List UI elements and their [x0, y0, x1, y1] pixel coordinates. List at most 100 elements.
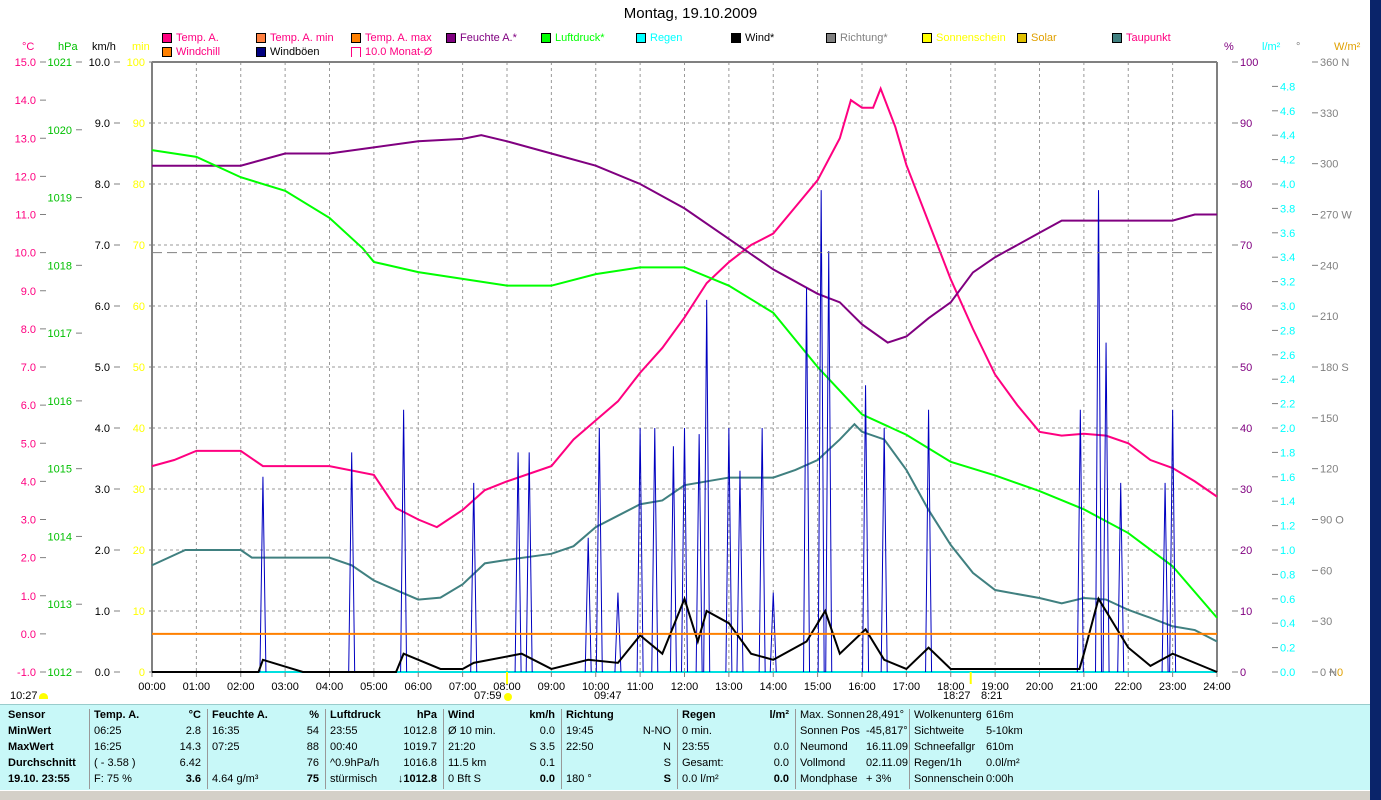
axis-tick-label-percent: 0 — [1240, 667, 1246, 679]
panel-row: S — [562, 757, 677, 773]
axis-tick-label-rain: 4.0 — [1280, 179, 1295, 191]
axis-tick-label-hpa: 1016 — [48, 396, 72, 408]
panel-row: Regen l/m² — [678, 709, 795, 725]
panel-value: 0.0 — [539, 773, 555, 785]
panel-label: MaxWert — [8, 741, 54, 753]
axis-tick-label-kmh: 9.0 — [95, 118, 110, 130]
axis-tick-label-percent: 40 — [1240, 423, 1252, 435]
panel-label: MinWert — [8, 725, 52, 737]
axis-tick-label-min: 20 — [133, 545, 145, 557]
axis-tick-label-percent: 80 — [1240, 179, 1252, 191]
panel-row: Wind km/h — [444, 709, 561, 725]
gust-spike — [1076, 409, 1084, 673]
x-tick-label: 12:00 — [671, 681, 699, 693]
axis-tick-label-rain: 4.8 — [1280, 81, 1295, 93]
panel-value: 0.0 — [539, 725, 555, 737]
axis-tick-label-hpa: 1021 — [48, 57, 72, 69]
gust-spike — [348, 452, 356, 673]
panel-row: 21:20 S 3.5 — [444, 741, 561, 757]
panel-value: ↓1012.8 — [397, 773, 437, 785]
panel-label: F: 75 % — [94, 773, 132, 785]
panel-column: Temp. A. °C 06:25 2.8 16:25 14.3 ( - 3.58 ) 6.4… — [90, 709, 208, 789]
axis-tick-label-percent: 30 — [1240, 484, 1252, 496]
axis-tick-label-kmh: 0.0 — [95, 667, 110, 679]
panel-row: Ø 10 min. 0.0 — [444, 725, 561, 741]
axis-unit-kmh: km/h — [92, 41, 116, 53]
panel-value: 0.0 — [773, 741, 789, 753]
panel-row: 19.10. 23:55 — [4, 773, 89, 789]
x-tick-label: 23:00 — [1159, 681, 1187, 693]
axis-tick-label-kmh: 4.0 — [95, 423, 110, 435]
axis-tick-label-hpa: 1019 — [48, 193, 72, 205]
axis-tick-label-celsius: 8.0 — [21, 324, 36, 336]
axis-tick-label-rain: 1.0 — [1280, 545, 1295, 557]
left-time: 10:27 — [10, 690, 38, 702]
panel-label: 07:25 — [212, 741, 240, 753]
panel-label: 0 min. — [682, 725, 712, 737]
panel-label: Luftdruck — [330, 709, 381, 721]
x-tick-label: 04:00 — [316, 681, 344, 693]
axis-tick-label-celsius: 12.0 — [15, 171, 36, 183]
panel-row: 23:55 1012.8 — [326, 725, 443, 741]
axis-tick-label-celsius: 3.0 — [21, 515, 36, 527]
x-tick-label: 09:00 — [538, 681, 566, 693]
x-tick-label: 06:00 — [404, 681, 432, 693]
panel-column: Max. Sonnen 28,491° Sonnen Pos -45,817° Neum… — [796, 709, 910, 789]
panel-column: Feuchte A.% 16:35 54 07:25 88 76 4.64 g/m³ 75 — [208, 709, 326, 789]
panel-label: Temp. A. — [94, 709, 140, 721]
panel-row: 4.64 g/m³ 75 — [208, 773, 325, 789]
panel-label: stürmisch — [330, 773, 378, 785]
panel-column: Wind km/h Ø 10 min. 0.0 21:20 S 3.5 11.5 km 0.1… — [444, 709, 562, 789]
panel-row: Durchschnitt — [4, 757, 89, 773]
panel-label: 00:40 — [330, 741, 358, 753]
panel-row: ^0.9hPa/h 1016.8 — [326, 757, 443, 773]
gust-spike — [525, 452, 533, 673]
panel-row: 23:55 0.0 — [678, 741, 795, 757]
axis-tick-label-degree: 240 — [1320, 260, 1338, 272]
panel-row: Vollmond 02.11.09 — [796, 757, 909, 773]
axis-tick-label-degree: 30 — [1320, 616, 1332, 628]
gust-spike — [669, 446, 677, 673]
axis-tick-label-celsius: 11.0 — [15, 210, 36, 222]
axis-tick-label-percent: 60 — [1240, 301, 1252, 313]
panel-value: S — [663, 757, 671, 769]
panel-row: Richtung — [562, 709, 677, 725]
panel-row: Mondphase + 3% — [796, 773, 909, 789]
panel-value: 0.1 — [539, 757, 555, 769]
x-tick-label: 01:00 — [183, 681, 211, 693]
x-tick-label: 14:00 — [759, 681, 787, 693]
axis-tick-label-celsius: 6.0 — [21, 400, 36, 412]
panel-value: 1019.7 — [403, 741, 437, 753]
panel-label: Sichtweite — [914, 725, 965, 737]
panel-column: Sensor MinWert MaxWert Durchschnitt 19.10. 2… — [4, 709, 90, 789]
axis-tick-label-rain: 3.4 — [1280, 252, 1295, 264]
axis-unit-percent: % — [1224, 41, 1234, 53]
axis-tick-label-percent: 50 — [1240, 362, 1252, 374]
axis-tick-label-rain: 1.4 — [1280, 496, 1295, 508]
axis-tick-label-percent: 90 — [1240, 118, 1252, 130]
panel-row: 0 Bft S 0.0 — [444, 773, 561, 789]
panel-row: 06:25 2.8 — [90, 725, 207, 741]
axis-tick-label-percent: 100 — [1240, 57, 1258, 69]
panel-value: 616m — [986, 709, 1014, 721]
panel-row: 180 ° S — [562, 773, 677, 789]
sunset-time: 18:27 — [943, 690, 971, 702]
panel-row: 0.0 l/m² 0.0 — [678, 773, 795, 789]
panel-label: Sonnenschein — [914, 773, 984, 785]
axis-tick-label-min: 60 — [133, 301, 145, 313]
axis-tick-label-kmh: 3.0 — [95, 484, 110, 496]
axis-tick-label-rain: 2.8 — [1280, 325, 1295, 337]
axis-tick-label-hpa: 1012 — [48, 667, 72, 679]
x-tick-label: 05:00 — [360, 681, 388, 693]
panel-row: 76 — [208, 757, 325, 773]
panel-label: Gesamt: — [682, 757, 724, 769]
panel-row: 07:25 88 — [208, 741, 325, 757]
axis-tick-label-celsius: -1.0 — [17, 667, 36, 679]
panel-value: 14.3 — [179, 741, 201, 753]
panel-label: ^0.9hPa/h — [330, 757, 380, 769]
axis-tick-label-celsius: 14.0 — [15, 95, 36, 107]
panel-row: 11.5 km 0.1 — [444, 757, 561, 773]
panel-row: 16:25 14.3 — [90, 741, 207, 757]
axis-tick-label-solar: 0 — [1337, 667, 1343, 679]
axis-tick-label-rain: 2.0 — [1280, 423, 1295, 435]
